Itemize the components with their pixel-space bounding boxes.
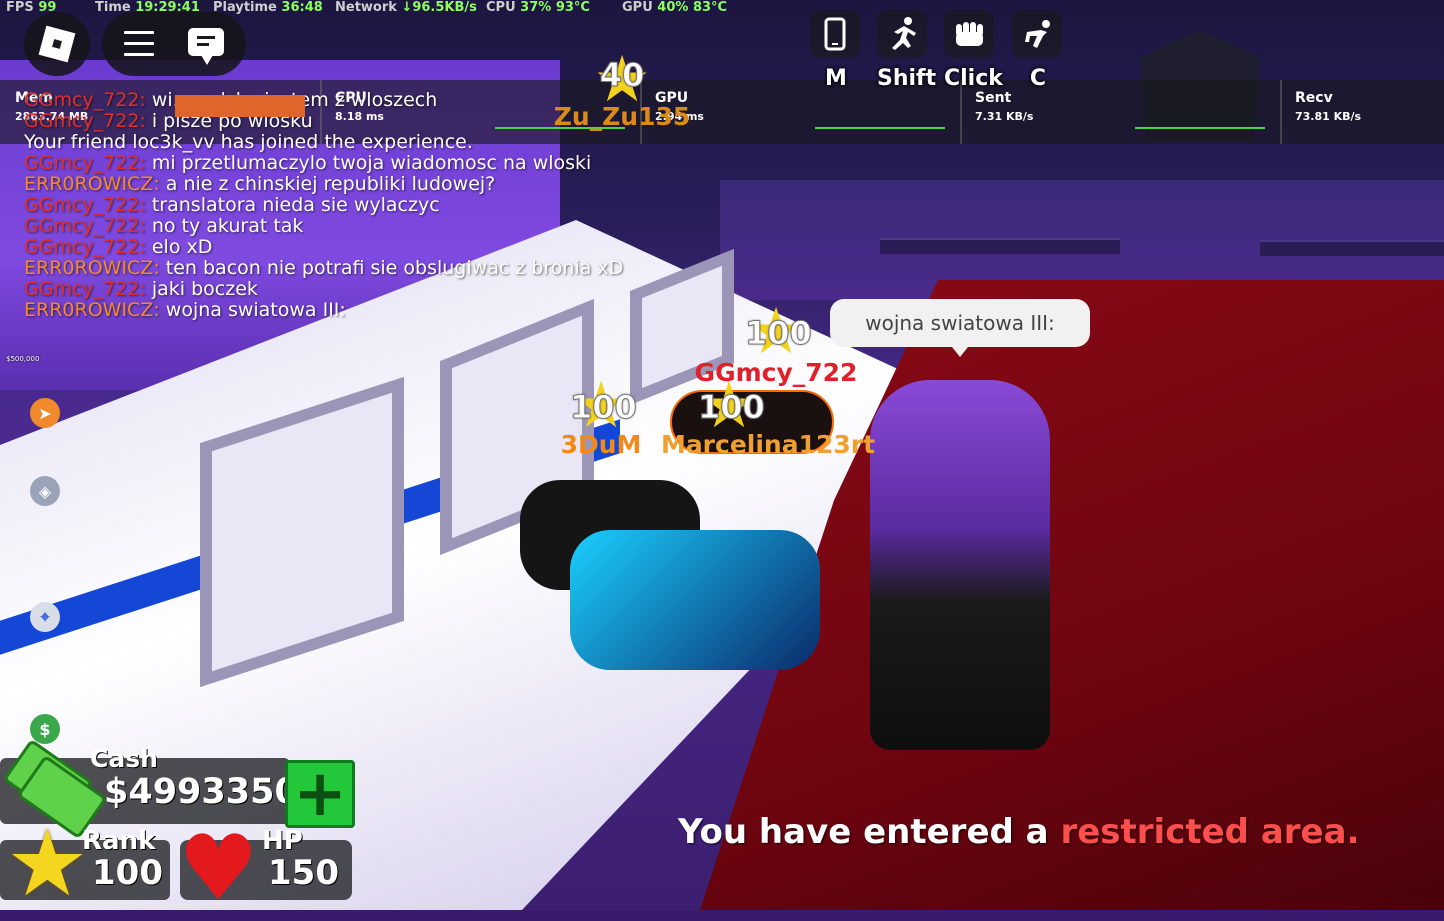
roblox-logo-icon: [38, 25, 76, 63]
chat-message: GGmcy_722: no ty akurat tak: [24, 215, 304, 237]
blue-vehicle: [570, 530, 820, 670]
cash-value: $4993350: [104, 772, 299, 812]
nameplate[interactable]: ★ 40 Zu_Zu135: [554, 48, 691, 131]
heart-icon: ♥: [178, 816, 259, 921]
compass-icon[interactable]: ➤: [30, 398, 60, 428]
hp-value: 150: [268, 853, 339, 893]
rank-value: 100: [92, 853, 163, 893]
roblox-menu-button[interactable]: [24, 12, 90, 76]
chat-message: GGmcy_722: jaki boczek: [24, 278, 258, 300]
add-cash-button[interactable]: +: [285, 760, 355, 828]
hamburger-menu-icon[interactable]: [124, 31, 154, 57]
chat-message: GGmcy_722: mi przetlumaczylo twoja wiado…: [24, 152, 592, 174]
price-tag: $500,000: [6, 355, 40, 363]
sent-graph-line: [1135, 127, 1265, 129]
nameplate[interactable]: ★ 100 GGmcy_722: [695, 300, 858, 387]
sprint-icon: [877, 10, 927, 58]
hp-label: HP: [262, 826, 303, 856]
chat-message: GGmcy_722: elo xD: [24, 236, 213, 258]
layers-icon[interactable]: ◈: [30, 476, 60, 506]
speech-bubble: wojna swiatowa III:: [830, 299, 1090, 357]
control-hint-mobile[interactable]: M: [810, 10, 862, 91]
perf-sent: Sent 7.31 KB/s: [975, 90, 1275, 144]
yard-bench: [880, 238, 1120, 254]
chat-toggle-icon[interactable]: [188, 28, 224, 65]
nameplate[interactable]: ★ 100 Marcelina123rt: [661, 374, 875, 459]
player-avatar: [870, 380, 1050, 750]
yard-bench: [1260, 240, 1444, 256]
control-hint-punch[interactable]: Click: [944, 10, 1003, 91]
control-hint-sprint[interactable]: Shift: [877, 10, 936, 91]
nameplate[interactable]: ★ 100 3DuM: [561, 374, 642, 459]
control-hint-crouch[interactable]: C: [1012, 10, 1064, 91]
crouch-icon: [1012, 10, 1062, 58]
menu-pill: [102, 12, 246, 76]
mobile-phone-icon: [810, 10, 860, 58]
punch-fist-icon: [944, 10, 994, 58]
redaction-box: [175, 95, 305, 117]
gps-pin-icon[interactable]: ⌖: [30, 602, 60, 632]
chat-message: GGmcy_722: translatora nieda sie wylaczy…: [24, 194, 440, 216]
chat-message: ERR0ROWICZ: wojna swiatowa III:: [24, 299, 346, 321]
gpu-graph-line: [815, 127, 945, 129]
chat-message: ERR0ROWICZ: a nie z chinskiej republiki …: [24, 173, 496, 195]
restricted-area-notice: You have entered a restricted area.: [678, 812, 1360, 852]
chat-message: ERR0ROWICZ: ten bacon nie potrafi sie ob…: [24, 257, 624, 279]
divider: [1280, 80, 1282, 144]
dollar-icon[interactable]: $: [30, 714, 60, 744]
rank-label: Rank: [82, 826, 156, 856]
cash-label: Cash: [90, 744, 158, 773]
perf-recv: Recv 73.81 KB/s: [1295, 90, 1362, 123]
chat-system-message: Your friend loc3k_vv has joined the expe…: [24, 131, 473, 153]
rank-star-icon: ★: [6, 810, 89, 917]
